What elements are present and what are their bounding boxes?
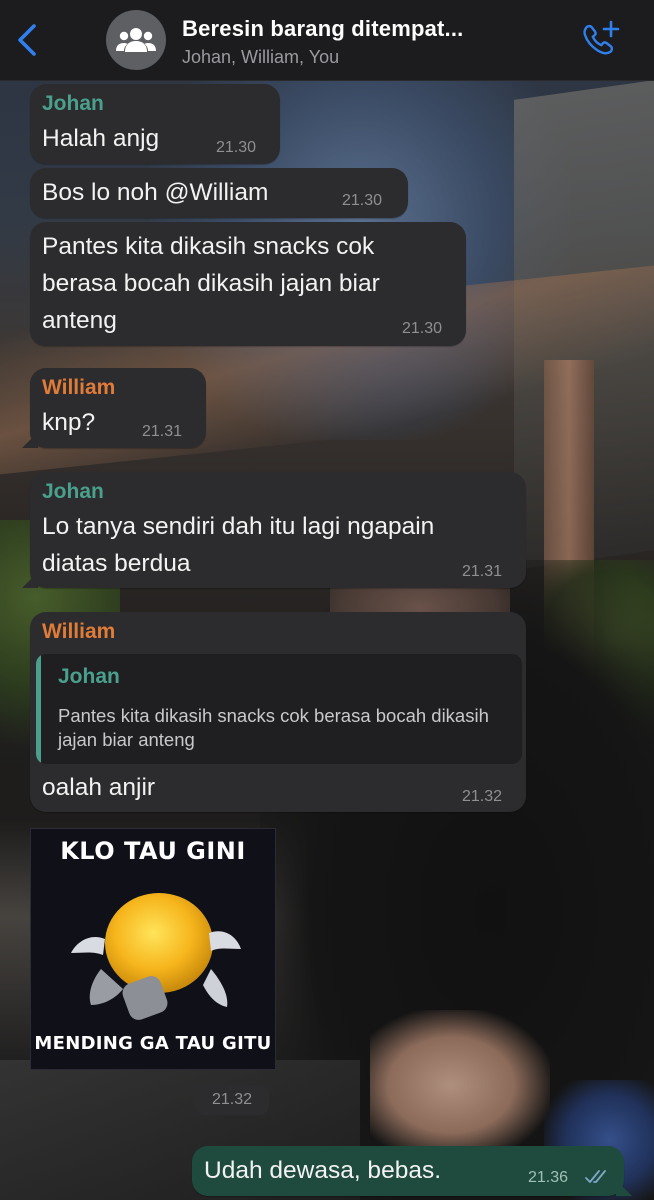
sticker-time: 21.32 [195,1085,269,1115]
add-call-button[interactable] [578,20,622,60]
message-text: Pantes kita dikasih snacks cok [42,233,375,260]
quote-bar [36,654,41,764]
message-time: 21.31 [462,563,503,580]
sticker-bottom-text: MENDING GA TAU GITU [34,1033,272,1054]
sender-name[interactable]: William [42,620,115,644]
message-text: anteng [42,307,117,334]
add-call-icon [583,20,620,55]
message-text: Bos lo noh @William [42,179,269,206]
chat-title[interactable]: Beresin barang ditempat... [182,16,464,42]
message-time: 21.32 [462,788,503,805]
back-button[interactable] [12,20,48,60]
chevron-left-icon [18,24,36,56]
message-text: diatas berdua [42,550,191,577]
message-time: 21.30 [402,320,443,337]
message-text: Udah dewasa, bebas. [204,1157,441,1184]
sender-name[interactable]: Johan [42,92,104,116]
message-time: 21.36 [528,1169,569,1186]
message-text: oalah anjir [42,774,156,801]
message-time: 21.30 [342,192,383,209]
message-text: berasa bocah dikasih jajan biar [42,270,380,297]
sticker-image[interactable]: KLO TAU GINI MENDING GA TAU GITU [30,828,276,1070]
quoted-text: Pantes kita dikasih snacks cok berasa bo… [58,705,489,750]
message-bubble[interactable]: Johan Lo tanya sendiri dah itu lagi ngap… [30,472,526,588]
quoted-sender: Johan [58,665,120,688]
message-bubble[interactable]: Bos lo noh @William 21.30 [30,168,408,218]
message-bubble[interactable]: Pantes kita dikasih snacks cok berasa bo… [30,222,466,346]
outgoing-message-bubble[interactable]: Udah dewasa, bebas. 21.36 [192,1146,624,1196]
sender-name[interactable]: Johan [42,480,104,504]
double-check-icon [585,1170,606,1183]
group-avatar[interactable] [106,10,166,70]
message-text: knp? [42,409,96,436]
message-bubble[interactable]: William knp? 21.31 [30,368,206,448]
sender-name[interactable]: William [42,376,115,400]
reply-message-bubble[interactable]: William Johan Pantes kita dikasih snacks… [30,612,526,812]
message-time: 21.31 [142,423,183,440]
group-icon [116,28,156,52]
quoted-message[interactable]: Johan Pantes kita dikasih snacks cok ber… [36,654,522,764]
chat-header: Beresin barang ditempat... Johan, Willia… [0,0,654,81]
message-time: 21.30 [216,139,257,156]
message-list[interactable]: Johan Halah anjg 21.30 Bos lo noh @Willi… [0,80,654,1200]
message-text: Halah anjg [42,125,160,152]
message-bubble[interactable]: Johan Halah anjg 21.30 [30,84,280,164]
chat-participants[interactable]: Johan, William, You [182,47,339,68]
message-text: Lo tanya sendiri dah itu lagi ngapain [42,513,435,540]
